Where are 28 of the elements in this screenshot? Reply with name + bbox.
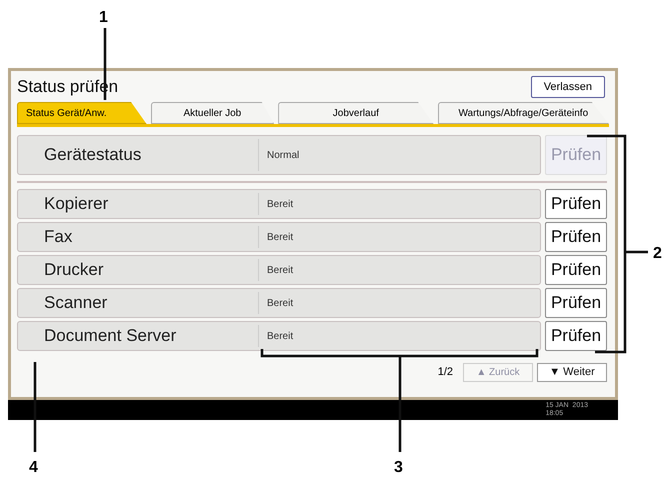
status-text: Bereit	[266, 330, 294, 344]
callout-number: 4	[29, 458, 38, 478]
tab[interactable]: Aktueller Job	[150, 102, 274, 124]
function-name: Scanner	[43, 292, 108, 314]
exit-button[interactable]: Verlassen	[530, 76, 605, 98]
status-text: Bereit	[266, 296, 294, 310]
callout-number: 3	[394, 458, 403, 478]
callout-number: 1	[99, 8, 108, 28]
function-name: Kopierer	[43, 193, 110, 216]
status-text: Bereit	[266, 198, 294, 212]
status-text: Bereit	[266, 230, 294, 244]
page-indicator: 1/2	[438, 365, 453, 380]
tab[interactable]: Status Gerät/Anw.	[17, 102, 147, 124]
check-button[interactable]: Prüfen	[545, 189, 607, 219]
check-button[interactable]: Prüfen	[545, 222, 607, 252]
check-button[interactable]: Prüfen	[545, 321, 607, 351]
function-name: Drucker	[43, 259, 105, 282]
tab[interactable]: Wartungs/Abfrage/Geräteinfo	[438, 102, 609, 124]
function-name: Fax	[43, 226, 74, 248]
check-button[interactable]: Prüfen	[545, 255, 607, 285]
tab[interactable]: Jobverlauf	[278, 102, 434, 124]
function-name: Gerätestatus	[43, 144, 142, 166]
function-name: Document Server	[43, 325, 178, 348]
check-button[interactable]: Prüfen	[545, 288, 607, 318]
status-text: Bereit	[266, 264, 294, 278]
status-text: Normal	[266, 148, 300, 162]
callout-number: 2	[653, 244, 662, 264]
next-page-button[interactable]: ▼ Weiter	[537, 363, 607, 382]
